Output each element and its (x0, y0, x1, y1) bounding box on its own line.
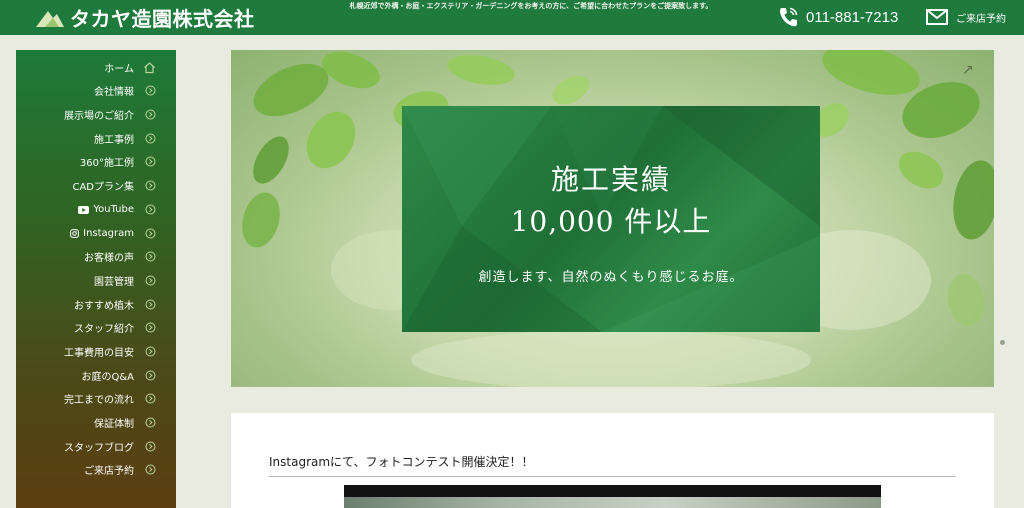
sidebar-item-showroom[interactable]: 展示場のご紹介 (16, 103, 176, 126)
arrow-circle-icon (145, 370, 156, 381)
site-logo[interactable]: タカヤ造園株式会社 (36, 4, 255, 31)
phone-icon (780, 7, 798, 27)
instagram-icon (70, 229, 80, 238)
sidebar-item-home[interactable]: ホーム (16, 56, 176, 79)
mail-icon (926, 9, 948, 25)
sidebar-item-label: 完工までの流れ (64, 395, 134, 406)
logo-text: タカヤ造園株式会社 (70, 6, 255, 31)
sidebar-item-label: お庭のQ&A (81, 372, 134, 383)
hero-subtitle: 創造します、自然のぬくもり感じるお庭。 (478, 270, 744, 285)
sidebar-item-label: スタッフブログ (64, 443, 134, 454)
sidebar-item-gardening[interactable]: 園芸管理 (16, 269, 176, 292)
sidebar-item-flow[interactable]: 完工までの流れ (16, 387, 176, 410)
sidebar-item-360-works[interactable]: 360°施工例 (16, 150, 176, 173)
reserve-link[interactable]: ご来店予約 (926, 7, 1006, 27)
sidebar-item-youtube[interactable]: YouTube (16, 198, 176, 221)
arrow-circle-icon (145, 204, 156, 215)
sidebar-item-cad-plans[interactable]: CADプラン集 (16, 174, 176, 197)
hero-panel: 施工実績 10,000 件以上 創造します、自然のぬくもり感じるお庭。 (402, 106, 820, 332)
sidebar-item-label: ご来店予約 (84, 466, 134, 477)
arrow-circle-icon (145, 275, 156, 286)
logo-mountain-icon (36, 11, 64, 27)
sidebar-item-label: Instagram (83, 228, 134, 239)
arrow-circle-icon (145, 228, 156, 239)
sidebar-item-label: 施工事例 (94, 135, 134, 146)
sidebar-item-label: 会社情報 (94, 87, 134, 98)
arrow-circle-icon (145, 346, 156, 357)
arrow-circle-icon (145, 322, 156, 333)
site-header: タカヤ造園株式会社 札幌近郊で外構・お庭・エクステリア・ガーデニングをお考えの方… (0, 0, 1024, 35)
reserve-label: ご来店予約 (956, 13, 1006, 25)
sidebar-item-label: 工事費用の目安 (64, 348, 134, 359)
home-icon (144, 62, 155, 74)
sidebar-item-label: お客様の声 (84, 253, 134, 264)
arrow-circle-icon (145, 85, 156, 96)
sidebar-item-cost-guide[interactable]: 工事費用の目安 (16, 340, 176, 363)
sidebar-item-faq[interactable]: お庭のQ&A (16, 364, 176, 387)
sidebar-item-staff[interactable]: スタッフ紹介 (16, 316, 176, 339)
news-panel: Instagramにて、フォトコンテスト開催決定！！ (231, 413, 994, 508)
arrow-circle-icon (145, 133, 156, 144)
sidebar-item-staff-blog[interactable]: スタッフブログ (16, 435, 176, 458)
scroll-indicator (1000, 340, 1005, 345)
hero-title-line1: 施工実績 (550, 163, 671, 196)
sidebar-item-label: YouTube (93, 204, 134, 215)
sidebar-item-warranty[interactable]: 保証体制 (16, 411, 176, 434)
post-divider (269, 476, 956, 477)
hero-title-line2: 10,000 件以上 (510, 205, 712, 238)
phone-number: 011-881-7213 (806, 8, 899, 26)
post-image[interactable] (344, 485, 881, 508)
arrow-circle-icon (145, 299, 156, 310)
arrow-circle-icon (145, 251, 156, 262)
post-title[interactable]: Instagramにて、フォトコンテスト開催決定！！ (269, 453, 533, 470)
arrow-circle-icon (145, 156, 156, 167)
phone-link[interactable]: 011-881-7213 (778, 6, 898, 28)
youtube-icon (78, 205, 90, 214)
arrow-circle-icon (145, 417, 156, 428)
sidebar-item-works[interactable]: 施工事例 (16, 127, 176, 150)
sidebar-item-label: 保証体制 (94, 419, 134, 430)
arrow-circle-icon (145, 464, 156, 475)
arrow-circle-icon (145, 180, 156, 191)
header-tagline: 札幌近郊で外構・お庭・エクステリア・ガーデニングをお考えの方に、ご希望に合わせた… (349, 2, 713, 10)
sidebar-item-label: スタッフ紹介 (74, 324, 134, 335)
arrow-circle-icon (145, 441, 156, 452)
sidebar-item-label: ホーム (104, 64, 134, 75)
sidebar-nav: ホーム 会社情報 展示場のご紹介 施工事例 360°施工例 CADプラン集 Yo… (16, 50, 176, 508)
post-image-preview (344, 497, 881, 508)
sidebar-item-reservation[interactable]: ご来店予約 (16, 458, 176, 481)
sidebar-item-instagram[interactable]: Instagram (16, 222, 176, 245)
sidebar-item-label: CADプラン集 (72, 182, 134, 193)
sidebar-item-label: 園芸管理 (94, 277, 134, 288)
sidebar-item-label: 展示場のご紹介 (64, 111, 134, 122)
sidebar-item-label: 360°施工例 (79, 158, 134, 169)
arrow-circle-icon (145, 393, 156, 404)
hero-banner: 施工実績 10,000 件以上 創造します、自然のぬくもり感じるお庭。 (231, 50, 994, 387)
sidebar-item-testimonials[interactable]: お客様の声 (16, 245, 176, 268)
slider-next-arrow-icon[interactable]: ↗ (962, 62, 982, 82)
sidebar-item-company[interactable]: 会社情報 (16, 79, 176, 102)
arrow-circle-icon (145, 109, 156, 120)
sidebar-item-recommended-trees[interactable]: おすすめ植木 (16, 293, 176, 316)
sidebar-item-label: おすすめ植木 (74, 301, 134, 312)
